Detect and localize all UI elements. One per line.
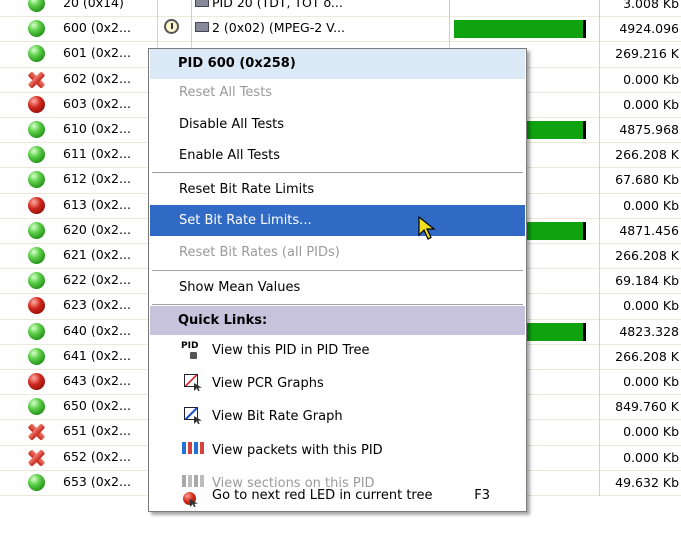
pid-cell: 601 (0x2... bbox=[0, 42, 158, 68]
table-row[interactable]: 600 (0x2... 2 (0x02) (MPEG-2 V... 4924.096 bbox=[0, 17, 681, 43]
pid-cell: 651 (0x2... bbox=[0, 420, 158, 446]
pid-cell: 621 (0x2... bbox=[0, 244, 158, 270]
bitrate-cell: 0.000 Kb bbox=[623, 197, 679, 213]
bitrate-cell: 849.760 K bbox=[615, 399, 679, 415]
pid-cell: 600 (0x2... bbox=[0, 17, 158, 43]
bitrate-cell: 0.000 Kb bbox=[623, 424, 679, 440]
context-menu: PID 600 (0x258) Reset All Tests Disable … bbox=[148, 48, 527, 512]
menu-header: PID 600 (0x258) bbox=[150, 49, 525, 79]
pid-cell: 613 (0x2... bbox=[0, 193, 158, 219]
bitrate-cell: 49.632 Kb bbox=[615, 474, 679, 490]
menu-item-disable-all-tests[interactable]: Disable All Tests bbox=[150, 109, 525, 140]
mouse-cursor-icon bbox=[418, 216, 436, 240]
bitrate-cell: 266.208 K bbox=[615, 248, 679, 263]
stream-type-icon bbox=[195, 22, 209, 33]
menu-group-quick-links: Quick Links: bbox=[150, 306, 525, 335]
bitrate-cell: 0.000 Kb bbox=[623, 96, 679, 112]
bitrate-cell: 4823.328 bbox=[619, 323, 679, 339]
bitrate-cell: 0.000 Kb bbox=[623, 298, 679, 314]
menu-item-reset-all-tests: Reset All Tests bbox=[179, 85, 273, 100]
pid-cell: 623 (0x2... bbox=[0, 294, 158, 320]
shortcut-key: F3 bbox=[474, 488, 490, 503]
type-cell bbox=[158, 0, 192, 18]
description-cell: PID 20 (TDT, TOT o... bbox=[192, 0, 450, 18]
menu-item-label: View PCR Graphs bbox=[212, 376, 324, 391]
sections-icon bbox=[182, 475, 204, 487]
menu-item-view-packets[interactable]: View packets with this PID bbox=[150, 435, 525, 466]
bitrate-bar bbox=[454, 20, 586, 39]
bitrate-cell: 4871.456 bbox=[619, 222, 679, 238]
bitrate-bar-cell bbox=[450, 17, 600, 43]
table-row[interactable]: 20 (0x14) PID 20 (TDT, TOT o... 3.008 Kb bbox=[0, 0, 681, 18]
bitrate-cell: 0.000 Kb bbox=[623, 374, 679, 389]
menu-item-label: View this PID in PID Tree bbox=[212, 343, 370, 358]
bitrate-cell: 269.216 K bbox=[615, 46, 679, 62]
description-text: 2 (0x02) (MPEG-2 V... bbox=[212, 20, 345, 36]
pid-cell: 603 (0x2... bbox=[0, 92, 158, 118]
pid-cell: 652 (0x2... bbox=[0, 445, 158, 471]
pid-cell: 610 (0x2... bbox=[0, 118, 158, 144]
menu-item-view-pid-tree[interactable]: PID View this PID in PID Tree bbox=[150, 335, 525, 366]
bitrate-graph-icon bbox=[184, 407, 202, 424]
menu-item-label: Go to next red LED in current tree bbox=[212, 488, 433, 503]
bitrate-cell: 67.680 Kb bbox=[615, 172, 679, 188]
bitrate-cell: 266.208 K bbox=[615, 147, 679, 163]
pid-cell: 643 (0x2... bbox=[0, 370, 158, 396]
pid-cell: 653 (0x2... bbox=[0, 470, 158, 496]
menu-item-reset-bitrate-limits[interactable]: Reset Bit Rate Limits bbox=[150, 174, 525, 205]
menu-item-enable-all-tests[interactable]: Enable All Tests bbox=[150, 140, 525, 171]
pid-cell: 641 (0x2... bbox=[0, 344, 158, 370]
menu-item-label: View Bit Rate Graph bbox=[212, 409, 343, 424]
description-text: PID 20 (TDT, TOT o... bbox=[212, 0, 343, 10]
pid-cell: 650 (0x2... bbox=[0, 395, 158, 421]
pid-cell: 20 (0x14) bbox=[0, 0, 158, 18]
pid-cell: 622 (0x2... bbox=[0, 269, 158, 295]
bitrate-cell: 266.208 K bbox=[615, 348, 679, 364]
type-cell bbox=[158, 17, 192, 43]
description-cell: 2 (0x02) (MPEG-2 V... bbox=[192, 17, 450, 43]
red-led-icon bbox=[183, 492, 198, 507]
pid-cell: 611 (0x2... bbox=[0, 143, 158, 169]
bitrate-cell: 0.000 Kb bbox=[623, 71, 679, 87]
pid-cell: 640 (0x2... bbox=[0, 319, 158, 345]
bitrate-cell: 0.000 Kb bbox=[623, 449, 679, 465]
clock-icon bbox=[164, 19, 179, 35]
menu-item-show-mean-values[interactable]: Show Mean Values bbox=[150, 272, 525, 303]
bitrate-cell: 4875.968 bbox=[619, 122, 679, 137]
bitrate-cell: 4924.096 bbox=[619, 21, 679, 37]
menu-item-next-red-led[interactable]: Go to next red LED in current tree F3 bbox=[150, 488, 525, 513]
menu-item-view-bitrate-graph[interactable]: View Bit Rate Graph bbox=[150, 401, 525, 432]
pid-cell: 602 (0x2... bbox=[0, 67, 158, 93]
bitrate-cell: 3.008 Kb bbox=[623, 0, 679, 11]
stream-type-icon bbox=[195, 0, 209, 7]
pid-cell: 620 (0x2... bbox=[0, 218, 158, 244]
pid-cell: 612 (0x2... bbox=[0, 168, 158, 194]
menu-item-label: View packets with this PID bbox=[212, 443, 383, 458]
bitrate-bar-cell bbox=[450, 0, 600, 18]
menu-item-set-bitrate-limits[interactable]: Set Bit Rate Limits... bbox=[150, 205, 525, 236]
pcr-graph-icon bbox=[184, 374, 202, 391]
menu-item-view-pcr-graphs[interactable]: View PCR Graphs bbox=[150, 368, 525, 399]
menu-item-reset-bitrates: Reset Bit Rates (all PIDs) bbox=[179, 245, 340, 260]
packets-icon bbox=[182, 442, 204, 454]
bitrate-cell: 69.184 Kb bbox=[615, 273, 679, 289]
pid-tree-icon: PID bbox=[181, 342, 203, 360]
